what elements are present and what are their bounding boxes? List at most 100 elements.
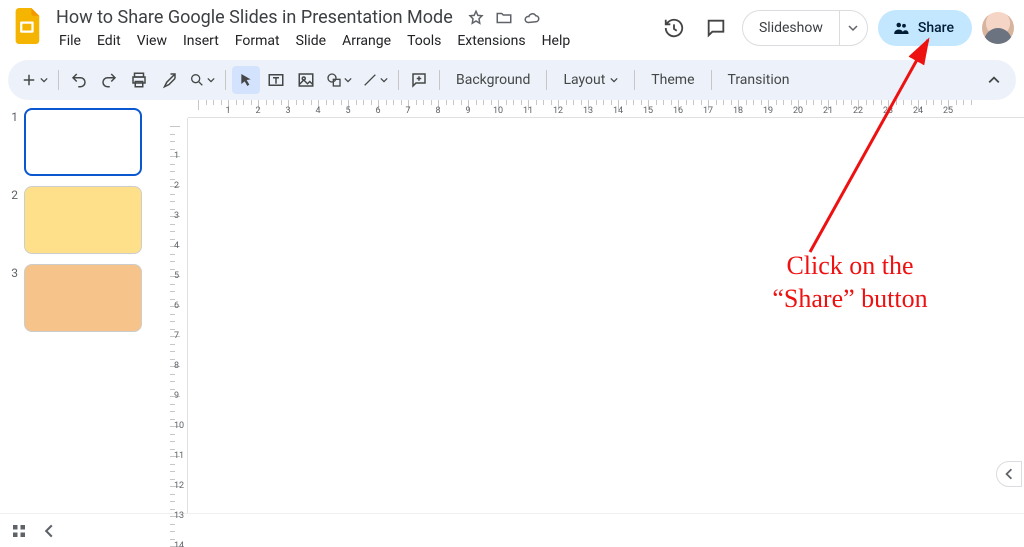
canvas-area: 1234567891011121314151617181920212223242… [170,100,1024,513]
menu-bar: File Edit View Insert Format Slide Arran… [52,31,577,51]
line-tool[interactable] [358,66,392,94]
ruler-label: 1 [174,151,179,161]
image-tool[interactable] [292,66,320,94]
history-icon[interactable] [658,12,690,44]
vertical-ruler: 1234567891011121314 [170,118,188,513]
ruler-label: 11 [174,451,184,461]
thumb-row-1[interactable]: 1 [6,108,164,176]
ruler-label: 22 [853,106,863,116]
ruler-label: 13 [583,106,593,116]
ruler-label: 11 [523,106,533,116]
ruler-label: 9 [174,391,179,401]
ruler-label: 5 [345,106,350,116]
cloud-status-icon[interactable] [523,9,541,27]
shape-tool[interactable] [322,66,356,94]
menu-arrange[interactable]: Arrange [335,31,398,51]
print-button[interactable] [125,66,153,94]
ruler-label: 10 [493,106,503,116]
menu-tools[interactable]: Tools [400,31,448,51]
ruler-label: 12 [174,481,184,491]
layout-button[interactable]: Layout [553,66,628,94]
slides-logo[interactable] [10,8,46,44]
menu-insert[interactable]: Insert [176,31,226,51]
work-area: 1 2 3 1234567891011121314151617181920212… [0,100,1024,513]
ruler-label: 3 [174,211,179,221]
menu-format[interactable]: Format [228,31,287,51]
comments-icon[interactable] [700,12,732,44]
background-button[interactable]: Background [446,66,540,94]
ruler-label: 23 [883,106,893,116]
ruler-label: 20 [793,106,803,116]
toolbar-separator [439,70,440,90]
move-icon[interactable] [495,9,513,27]
ruler-label: 6 [174,301,179,311]
ruler-label: 9 [465,106,470,116]
ruler-label: 15 [643,106,653,116]
app-header: How to Share Google Slides in Presentati… [0,0,1024,56]
menu-edit[interactable]: Edit [90,31,128,51]
title-column: How to Share Google Slides in Presentati… [52,6,577,51]
toolbar-separator [546,70,547,90]
ruler-label: 2 [255,106,260,116]
account-avatar[interactable] [982,12,1014,44]
header-right: Slideshow Share [658,10,1014,46]
textbox-tool[interactable] [262,66,290,94]
people-icon [892,19,910,37]
ruler-label: 8 [174,361,179,371]
slideshow-button[interactable]: Slideshow [743,11,839,45]
comment-button[interactable] [405,66,433,94]
ruler-label: 3 [285,106,290,116]
ruler-label: 4 [174,241,179,251]
redo-button[interactable] [95,66,123,94]
ruler-label: 18 [733,106,743,116]
menu-slide[interactable]: Slide [289,31,333,51]
toolbar: Background Layout Theme Transition [8,60,1016,100]
ruler-label: 13 [174,511,184,521]
thumb-row-2[interactable]: 2 [6,186,164,254]
menu-view[interactable]: View [130,31,174,51]
ruler-label: 2 [174,181,179,191]
toolbar-separator [634,70,635,90]
toolbar-separator [711,70,712,90]
slide-canvas[interactable] [188,118,1024,513]
menu-extensions[interactable]: Extensions [450,31,532,51]
zoom-button[interactable] [185,66,219,94]
ruler-label: 5 [174,271,179,281]
transition-button[interactable]: Transition [718,66,800,94]
slideshow-dropdown[interactable] [839,11,867,45]
menu-help[interactable]: Help [535,31,578,51]
toolbar-separator [58,70,59,90]
undo-button[interactable] [65,66,93,94]
theme-button[interactable]: Theme [641,66,704,94]
slide-thumbnails-panel: 1 2 3 [0,100,170,513]
thumb-number: 2 [6,186,18,202]
paint-format-button[interactable] [155,66,183,94]
star-icon[interactable] [467,9,485,27]
ruler-label: 12 [553,106,563,116]
horizontal-ruler: 1234567891011121314151617181920212223242… [188,100,1024,118]
select-tool[interactable] [232,66,260,94]
ruler-label: 24 [913,106,923,116]
ruler-label: 6 [375,106,380,116]
prev-slide-icon[interactable] [42,524,56,538]
thumbnail-2[interactable] [24,186,142,254]
ruler-label: 25 [943,106,953,116]
ruler-label: 4 [315,106,320,116]
menu-file[interactable]: File [52,31,88,51]
explore-fab[interactable] [996,461,1022,487]
document-title[interactable]: How to Share Google Slides in Presentati… [52,6,457,29]
share-button[interactable]: Share [878,10,972,46]
title-actions [467,9,541,27]
toolbar-separator [398,70,399,90]
ruler-label: 17 [703,106,713,116]
thumbnail-3[interactable] [24,264,142,332]
collapse-toolbar-button[interactable] [980,66,1008,94]
new-slide-button[interactable] [16,66,52,94]
thumb-number: 3 [6,264,18,280]
ruler-label: 7 [174,331,179,341]
thumbnail-1[interactable] [24,108,142,176]
thumb-row-3[interactable]: 3 [6,264,164,332]
grid-view-icon[interactable] [10,522,28,540]
thumb-number: 1 [6,108,18,124]
ruler-label: 19 [763,106,773,116]
